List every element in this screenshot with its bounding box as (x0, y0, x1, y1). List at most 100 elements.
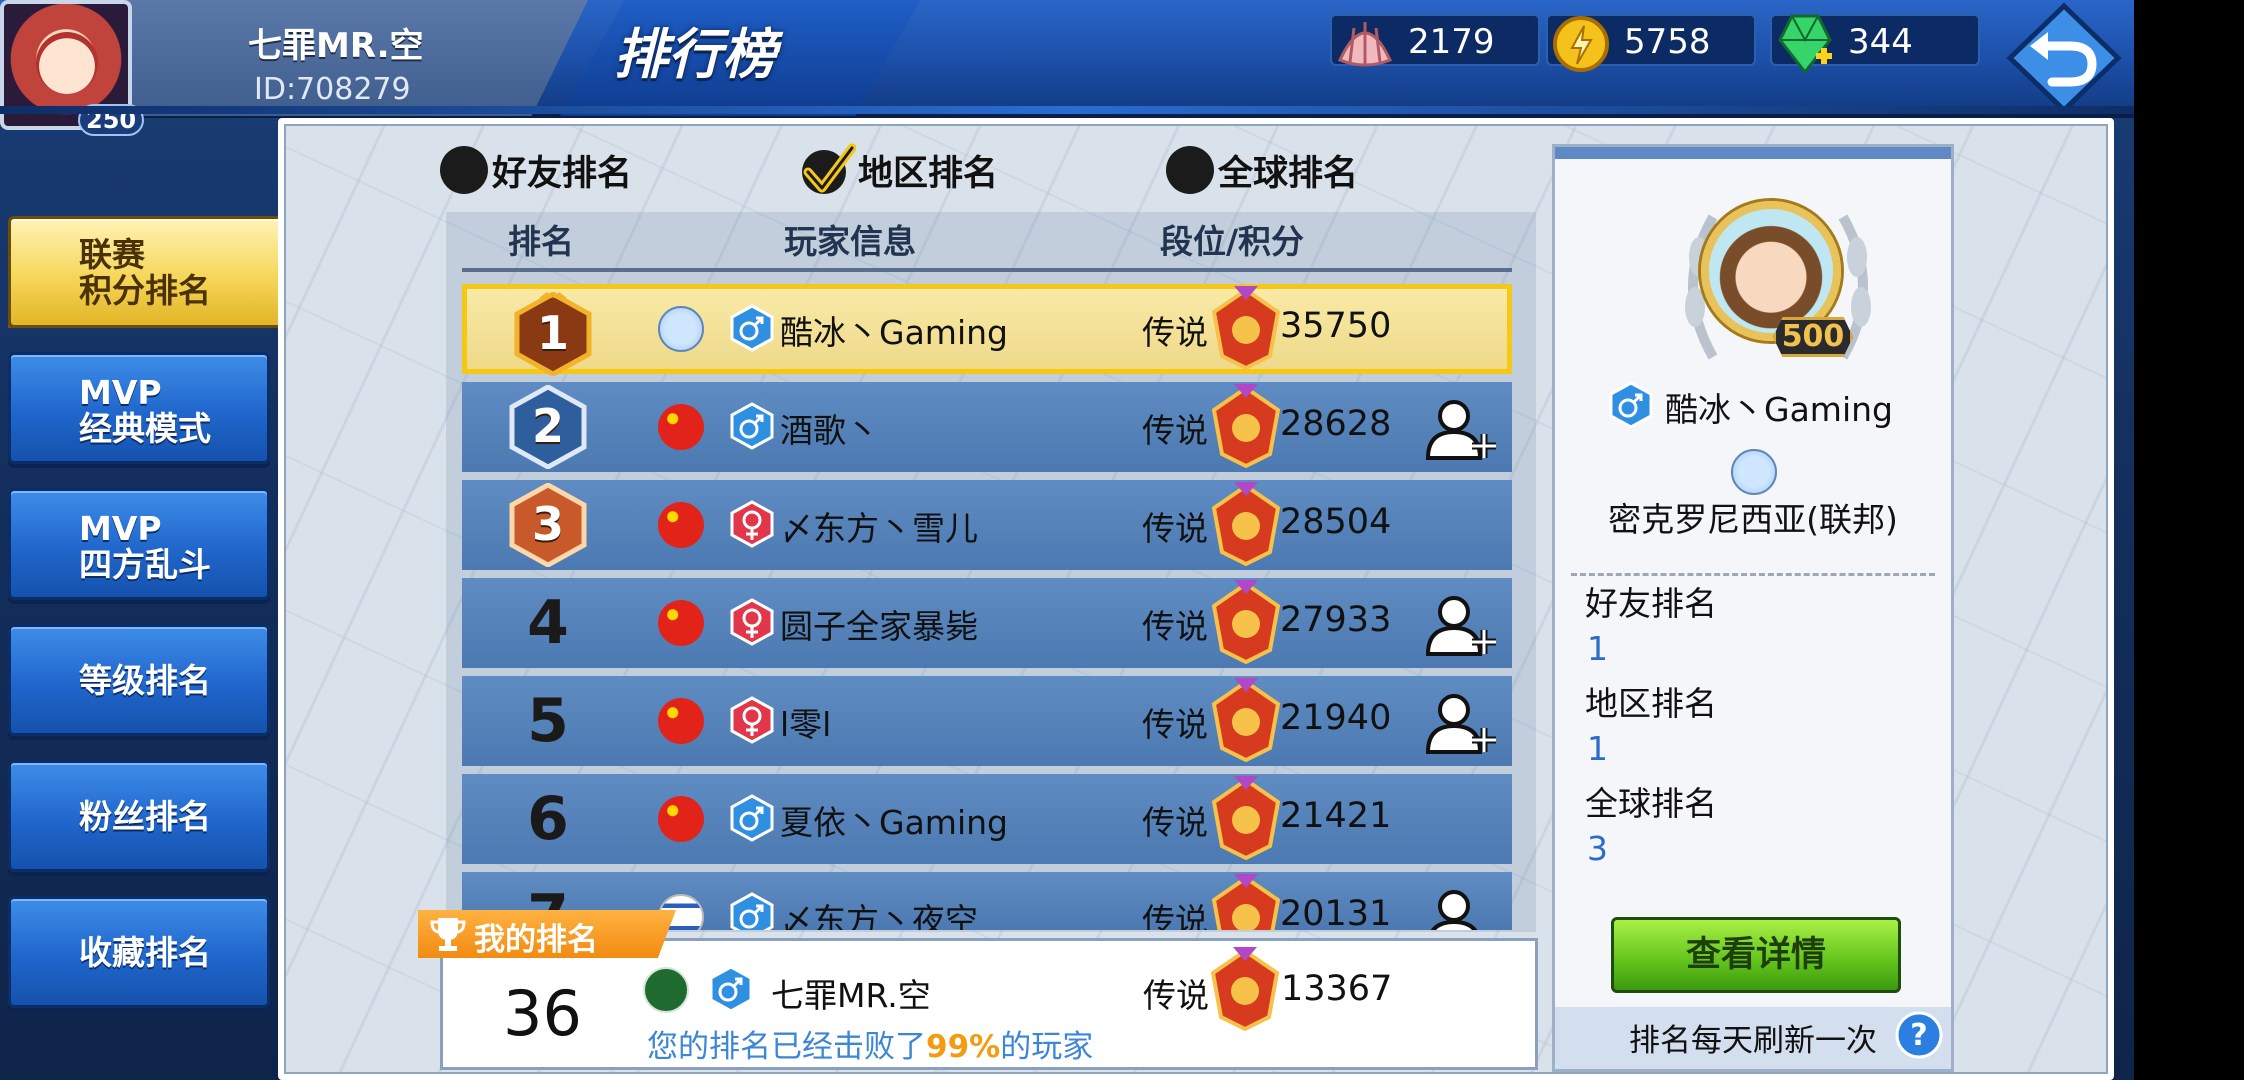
china-flag-icon (658, 600, 704, 646)
filter-label: 好友排名 (492, 153, 633, 194)
filter-label: 地区排名 (858, 153, 999, 194)
legend-tier-icon (1211, 580, 1281, 664)
add-friend-icon[interactable] (1422, 396, 1500, 462)
gold-amount: 5758 (1624, 22, 1711, 62)
friend-rank-label: 好友排名 (1585, 584, 1717, 623)
male-icon (730, 304, 774, 352)
side-tab-fans-rank[interactable]: 粉丝排名 (8, 760, 270, 872)
table-row[interactable]: 4 圆子全家暴毙 传说 27933 (462, 578, 1512, 668)
china-flag-icon (658, 502, 704, 548)
shell-amount: 2179 (1408, 22, 1495, 62)
radio-unselected-icon (1166, 146, 1214, 194)
tier-label: 传说 (1142, 509, 1208, 548)
china-flag-icon (658, 404, 704, 450)
add-friend-icon[interactable] (1422, 690, 1500, 756)
top-player-region: 密克罗尼西亚(联邦) (1608, 500, 1898, 539)
my-score: 13367 (1281, 969, 1393, 1009)
friend-rank-value: 1 (1587, 629, 1608, 668)
legend-tier-icon (1211, 678, 1281, 762)
top-bar: 250 七罪MR.空 ID:708279 排行榜 2179 5758 344 (0, 0, 2134, 136)
side-tab-mvp-classic[interactable]: MVP 经典模式 (8, 352, 270, 464)
header-divider (462, 268, 1512, 272)
player-name: 〆东方丶夜空 (780, 901, 978, 930)
player-name: l零l (780, 705, 832, 744)
rank-number: 3 (531, 497, 564, 551)
score-value: 28504 (1280, 502, 1392, 542)
global-rank-label: 全球排名 (1585, 784, 1717, 823)
female-icon (730, 696, 774, 744)
view-details-button[interactable]: 查看详情 (1611, 917, 1901, 993)
filter-friend-rank[interactable]: 好友排名 (440, 140, 632, 200)
player-avatar[interactable] (0, 0, 132, 130)
side-tab-label: 等级排名 (79, 661, 211, 700)
game-screen: 250 七罪MR.空 ID:708279 排行榜 2179 5758 344 联… (0, 0, 2134, 1080)
side-tab-league-score[interactable]: 联赛 积分排名 (8, 216, 308, 328)
score-value: 28628 (1280, 404, 1392, 444)
table-row[interactable]: 6 夏依丶Gaming 传说 21421 (462, 774, 1512, 864)
rank-number: 4 (527, 588, 569, 658)
add-friend-icon[interactable] (1422, 886, 1500, 930)
side-tab-collection-rank[interactable]: 收藏排名 (8, 896, 270, 1008)
side-tab-line2: 经典模式 (79, 409, 211, 448)
tier-label: 传说 (1142, 607, 1208, 646)
radio-unselected-icon (440, 146, 488, 194)
male-icon (709, 965, 753, 1013)
side-tab-level-rank[interactable]: 等级排名 (8, 624, 270, 736)
filter-region-rank[interactable]: 地区排名 (800, 140, 998, 200)
player-name: 夏依丶Gaming (780, 803, 1008, 842)
screen-edge (2134, 0, 2244, 1080)
side-tab-line1: 联赛 (79, 235, 145, 274)
filter-global-rank[interactable]: 全球排名 (1166, 140, 1358, 200)
filter-label: 全球排名 (1218, 153, 1359, 194)
global-rank-value: 3 (1587, 829, 1608, 868)
player-name: 圆子全家暴毙 (780, 607, 978, 646)
legend-tier-icon (1211, 482, 1281, 566)
tier-label: 传说 (1142, 803, 1208, 842)
help-icon[interactable]: ? (1895, 1011, 1943, 1059)
legend-tier-icon (1210, 947, 1280, 1031)
region-rank-value: 1 (1587, 729, 1608, 768)
currency-gold[interactable]: 5758 (1546, 14, 1756, 72)
info-panel-topband (1555, 147, 1951, 159)
male-icon (730, 794, 774, 842)
side-tab-line2: 四方乱斗 (79, 545, 211, 584)
side-tab-label: 粉丝排名 (79, 797, 211, 836)
tier-label: 传说 (1142, 411, 1208, 450)
column-header-tier-score: 段位/积分 (1160, 222, 1305, 261)
score-value: 27933 (1280, 600, 1392, 640)
top-player-name: 酷冰丶Gaming (1665, 390, 1893, 429)
region-flag-icon (658, 306, 704, 352)
player-name: 酒歌丶 (780, 411, 879, 450)
table-row[interactable]: 5 l零l 传说 21940 (462, 676, 1512, 766)
player-name: 〆东方丶雪儿 (780, 509, 978, 548)
side-tab-mvp-brawl[interactable]: MVP 四方乱斗 (8, 488, 270, 600)
side-tab-line1: MVP (79, 509, 162, 548)
table-row[interactable]: 1 酷冰丶Gaming 传说 35750 (462, 284, 1512, 376)
player-level-badge: 250 (78, 104, 145, 136)
male-icon (730, 402, 774, 450)
info-divider (1571, 573, 1935, 576)
tier-label: 传说 (1142, 313, 1208, 352)
shell-icon (1337, 22, 1393, 67)
gem-amount: 344 (1848, 22, 1913, 62)
side-tab-line1: MVP (79, 373, 162, 412)
table-row[interactable]: 2 酒歌丶 传说 28628 (462, 382, 1512, 472)
back-arrow-icon[interactable] (2004, 2, 2124, 114)
gold-coin-icon (1553, 16, 1609, 72)
green-gem-icon (1778, 14, 1832, 75)
score-value: 35750 (1280, 306, 1392, 346)
china-flag-icon (658, 796, 704, 842)
player-name: 酷冰丶Gaming (780, 313, 1008, 352)
add-friend-icon[interactable] (1422, 592, 1500, 658)
tier-label: 传说 (1142, 901, 1208, 930)
column-header-rank: 排名 (508, 222, 574, 261)
currency-gem[interactable]: 344 (1770, 14, 1980, 75)
region-flag-icon (1731, 449, 1777, 495)
legend-tier-icon (1211, 874, 1281, 930)
table-row[interactable]: 3 〆东方丶雪儿 传说 28504 (462, 480, 1512, 570)
page-title: 排行榜 (614, 23, 776, 86)
currency-shell[interactable]: 2179 (1330, 14, 1540, 67)
side-tab-label: 收藏排名 (79, 933, 211, 972)
score-value: 20131 (1280, 894, 1392, 930)
side-tab-line2: 积分排名 (79, 271, 211, 310)
